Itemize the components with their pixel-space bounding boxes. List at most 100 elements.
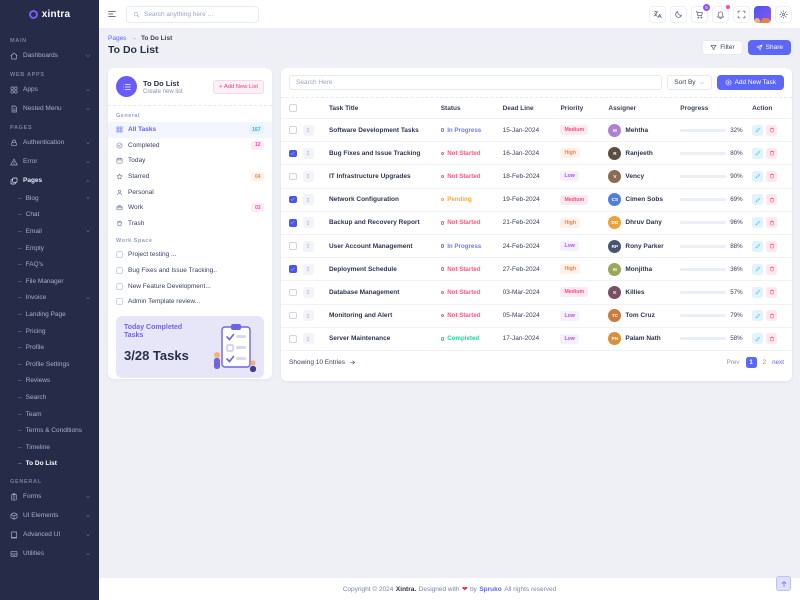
edit-task-button[interactable] (752, 171, 763, 182)
workspace-item[interactable]: Admin Template review... (108, 294, 272, 310)
drag-handle[interactable] (303, 148, 314, 159)
sidebar-item-dashboards[interactable]: Dashboards (0, 46, 99, 65)
delete-task-button[interactable] (766, 264, 777, 275)
todo-list-completed[interactable]: Completed12 (108, 138, 272, 154)
edit-task-button[interactable] (752, 241, 763, 252)
row-checkbox[interactable] (289, 219, 297, 227)
todo-list-work[interactable]: Work03 (108, 200, 272, 216)
row-checkbox[interactable] (289, 126, 297, 134)
sidebar-subitem-email[interactable]: –Email (0, 223, 99, 240)
workspace-checkbox[interactable] (116, 267, 123, 274)
workspace-checkbox[interactable] (116, 298, 123, 305)
drag-handle[interactable] (303, 241, 314, 252)
pagination-prev[interactable]: Prev (727, 359, 740, 366)
footer-designer-link[interactable]: Spruko (479, 586, 501, 593)
sidebar-item-forms[interactable]: Forms (0, 487, 99, 506)
sidebar-subitem-faq-s[interactable]: –FAQ's (0, 256, 99, 273)
sidebar-subitem-team[interactable]: –Team (0, 406, 99, 423)
row-checkbox[interactable] (289, 173, 297, 181)
sidebar-subitem-invoice[interactable]: –Invoice (0, 290, 99, 307)
todo-list-all-tasks[interactable]: All Tasks167 (108, 122, 272, 138)
drag-handle[interactable] (303, 171, 314, 182)
delete-task-button[interactable] (766, 217, 777, 228)
edit-task-button[interactable] (752, 217, 763, 228)
task-search-input[interactable] (289, 75, 662, 90)
drag-handle[interactable] (303, 310, 314, 321)
drag-handle[interactable] (303, 125, 314, 136)
sidebar-subitem-to-do-list[interactable]: –To Do List (0, 456, 99, 473)
sidebar-subitem-profile-settings[interactable]: –Profile Settings (0, 356, 99, 373)
drag-handle[interactable] (303, 333, 314, 344)
global-search[interactable] (126, 6, 259, 23)
sidebar-subitem-chat[interactable]: –Chat (0, 207, 99, 224)
workspace-item[interactable]: Project testing ... (108, 247, 272, 263)
sidebar-item-apps[interactable]: Apps (0, 80, 99, 99)
pagination-page-2[interactable]: 2 (763, 359, 767, 366)
hamburger-menu-icon[interactable] (107, 9, 117, 19)
row-checkbox[interactable] (289, 150, 297, 158)
add-new-list-button[interactable]: + Add New List (213, 80, 264, 94)
sidebar-subitem-terms-conditions[interactable]: –Terms & Conditions (0, 422, 99, 439)
edit-task-button[interactable] (752, 333, 763, 344)
translate-icon[interactable] (649, 6, 666, 23)
sidebar-subitem-file-manager[interactable]: –File Manager (0, 273, 99, 290)
sort-by-dropdown[interactable]: Sort By (667, 75, 711, 90)
sidebar-subitem-timeline[interactable]: –Timeline (0, 439, 99, 456)
drag-handle[interactable] (303, 287, 314, 298)
sidebar-item-nested-menu[interactable]: Nested Menu (0, 99, 99, 118)
delete-task-button[interactable] (766, 171, 777, 182)
pagination-next[interactable]: next (772, 359, 784, 366)
sidebar-subitem-empty[interactable]: –Empty (0, 240, 99, 257)
delete-task-button[interactable] (766, 310, 777, 321)
todo-list-starred[interactable]: Starred04 (108, 169, 272, 185)
sidebar-item-authentication[interactable]: Authentication (0, 133, 99, 152)
edit-task-button[interactable] (752, 310, 763, 321)
row-checkbox[interactable] (289, 312, 297, 320)
cart-icon[interactable]: 5 (691, 6, 708, 23)
sidebar-subitem-reviews[interactable]: –Reviews (0, 373, 99, 390)
fullscreen-icon[interactable] (733, 6, 750, 23)
settings-gear-icon[interactable] (775, 6, 792, 23)
sidebar-item-ui-elements[interactable]: UI Elements (0, 506, 99, 525)
row-checkbox[interactable] (289, 196, 297, 204)
delete-task-button[interactable] (766, 125, 777, 136)
sidebar-item-utilities[interactable]: Utilities (0, 544, 99, 563)
pagination-page-1[interactable]: 1 (746, 357, 757, 368)
edit-task-button[interactable] (752, 287, 763, 298)
sidebar-subitem-landing-page[interactable]: –Landing Page (0, 306, 99, 323)
delete-task-button[interactable] (766, 194, 777, 205)
workspace-item[interactable]: Bug Fixes and Issue Tracking.. (108, 263, 272, 279)
row-checkbox[interactable] (289, 265, 297, 273)
row-checkbox[interactable] (289, 242, 297, 250)
todo-list-personal[interactable]: Personal (108, 184, 272, 200)
sidebar-item-advanced-ui[interactable]: Advanced UI (0, 525, 99, 544)
sidebar-subitem-blog[interactable]: –Blog (0, 190, 99, 207)
notifications-icon[interactable] (712, 6, 729, 23)
workspace-checkbox[interactable] (116, 251, 123, 258)
scroll-to-top-button[interactable] (776, 576, 791, 591)
workspace-checkbox[interactable] (116, 283, 123, 290)
delete-task-button[interactable] (766, 148, 777, 159)
todo-list-trash[interactable]: Trash (108, 216, 272, 232)
workspace-item[interactable]: New Feature Development... (108, 278, 272, 294)
share-button[interactable]: Share (748, 40, 791, 55)
delete-task-button[interactable] (766, 333, 777, 344)
brand-logo[interactable]: xintra (0, 0, 99, 29)
delete-task-button[interactable] (766, 287, 777, 298)
dark-mode-icon[interactable] (670, 6, 687, 23)
edit-task-button[interactable] (752, 125, 763, 136)
row-checkbox[interactable] (289, 335, 297, 343)
edit-task-button[interactable] (752, 148, 763, 159)
sidebar-subitem-profile[interactable]: –Profile (0, 339, 99, 356)
edit-task-button[interactable] (752, 264, 763, 275)
select-all-checkbox[interactable] (289, 104, 297, 112)
sidebar-item-pages[interactable]: Pages (0, 171, 99, 190)
edit-task-button[interactable] (752, 194, 763, 205)
sidebar-item-error[interactable]: Error (0, 152, 99, 171)
global-search-input[interactable] (144, 11, 252, 18)
todo-list-today[interactable]: Today (108, 153, 272, 169)
breadcrumb-pages-link[interactable]: Pages (108, 35, 126, 42)
delete-task-button[interactable] (766, 241, 777, 252)
row-checkbox[interactable] (289, 289, 297, 297)
add-new-task-button[interactable]: Add New Task (717, 75, 784, 90)
